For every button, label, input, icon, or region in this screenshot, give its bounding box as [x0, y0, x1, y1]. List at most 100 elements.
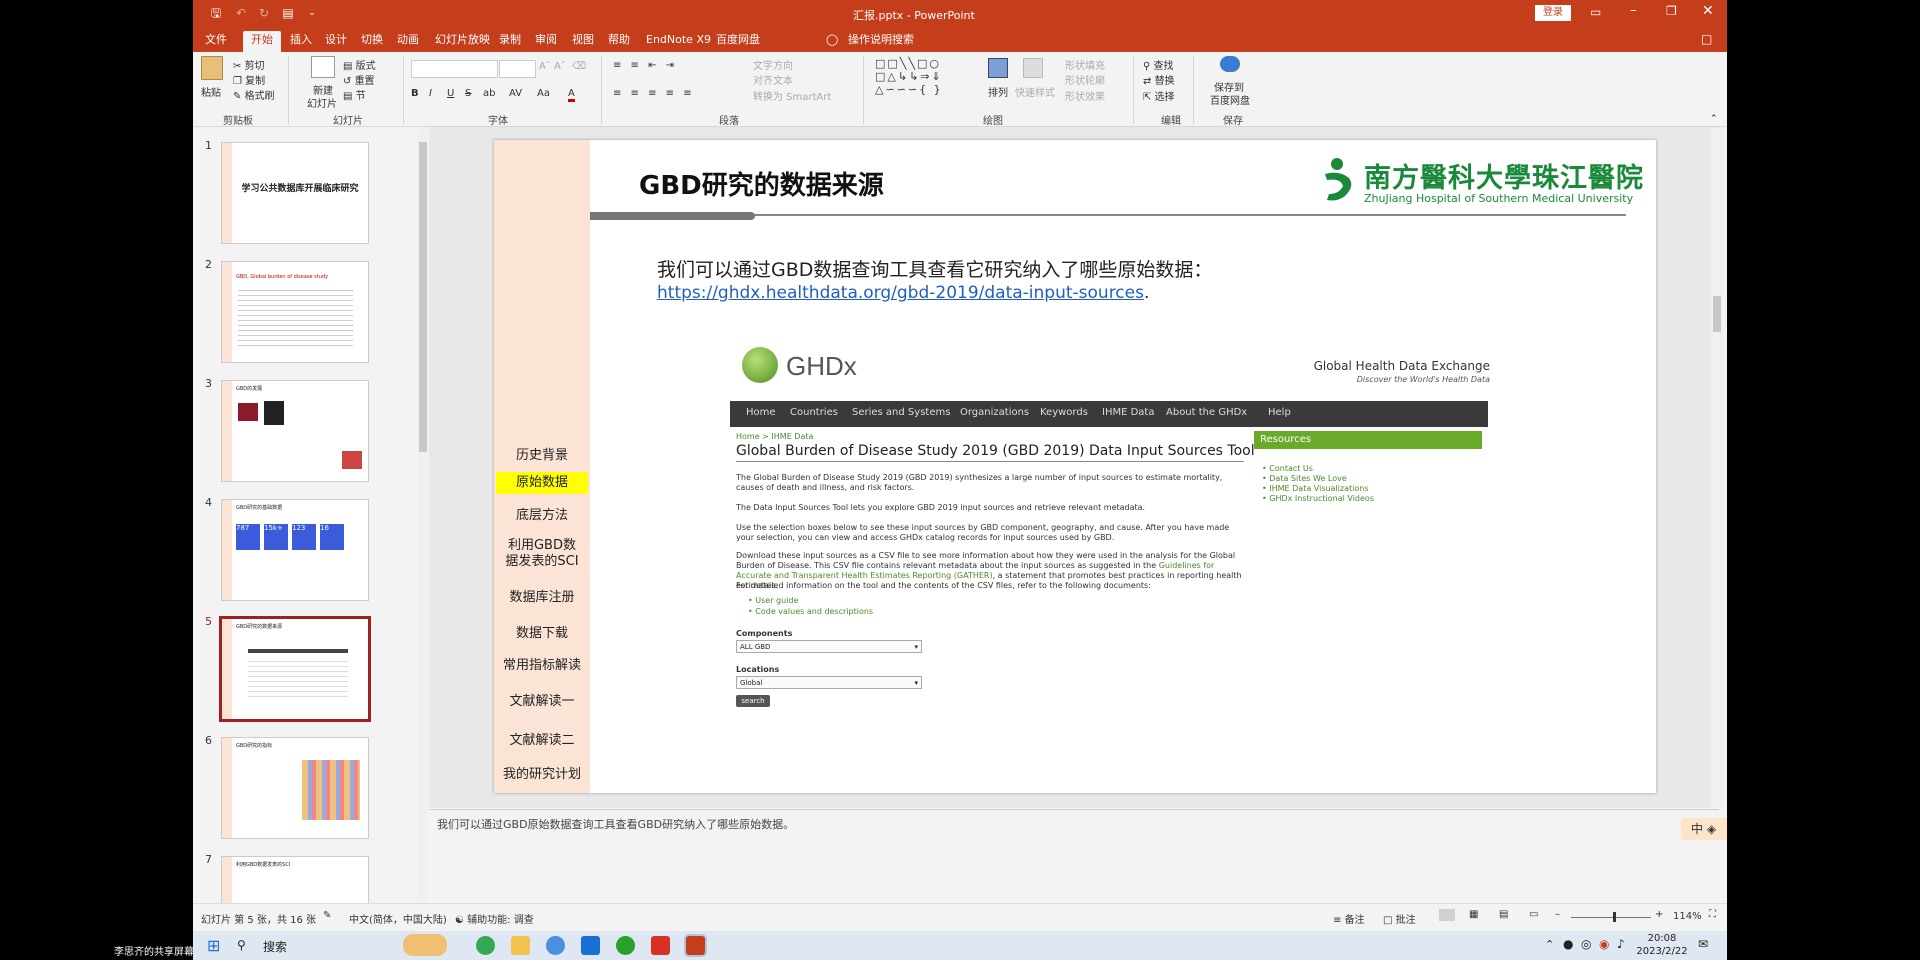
layout-button[interactable]: ▤ 版式 [343, 57, 376, 72]
ghdx-doc-codes[interactable]: • Code values and descriptions [748, 606, 873, 617]
nav-indicators[interactable]: 常用指标解读 [494, 654, 590, 673]
quick-styles-button[interactable]: 快速样式 [1015, 84, 1055, 99]
nav-history[interactable]: 历史背景 [494, 444, 590, 463]
minimize-icon[interactable]: – [1630, 3, 1637, 18]
ribbon-display-icon[interactable]: ▭ [1590, 5, 1601, 19]
tab-endnote[interactable]: EndNote X9 [638, 31, 719, 49]
underline-button[interactable]: U [447, 88, 454, 99]
comments-toggle[interactable]: □ 批注 [1383, 911, 1416, 926]
slideshow-view-icon[interactable]: ▭ [1529, 909, 1538, 920]
edge-icon[interactable] [616, 936, 635, 955]
align-buttons[interactable]: ≡ ≡ ≡ ≡ ≡ [613, 88, 695, 99]
shadow-button[interactable]: ab [483, 88, 495, 99]
shape-fill-button[interactable]: 形状填充 [1065, 57, 1105, 72]
ghdx-menu-ihme[interactable]: IHME Data [1102, 407, 1154, 418]
photos-icon[interactable] [581, 936, 600, 955]
font-color-button[interactable]: A [568, 88, 575, 102]
tab-design[interactable]: 设计 [317, 31, 355, 49]
nav-sci[interactable]: 利用GBD数据发表的SCI [494, 538, 590, 570]
slide-canvas[interactable]: 历史背景 原始数据 底层方法 利用GBD数据发表的SCI 数据库注册 数据下载 … [494, 140, 1656, 793]
arrange-button[interactable]: 排列 [988, 84, 1008, 99]
paste-button[interactable]: 粘贴 [201, 84, 221, 99]
notes-pane[interactable]: 我们可以通过GBD原始数据查询工具查看GBD研究纳入了哪些原始数据。 中 ◈ [429, 809, 1727, 904]
microphone-icon[interactable]: ● [1563, 937, 1573, 951]
ghdx-menu-help[interactable]: Help [1268, 407, 1291, 418]
slide-thumbnail-7[interactable]: 利用GBD数据发表的SCI [221, 856, 369, 905]
zoom-slider-thumb[interactable] [1613, 912, 1616, 922]
font-name-box[interactable] [411, 60, 498, 78]
slide-thumbnail-2[interactable]: GBD, Global burden of disease study [221, 261, 369, 363]
paste-icon[interactable] [201, 56, 223, 80]
new-slide-icon[interactable] [311, 56, 335, 78]
ghdx-search-button[interactable]: search [736, 695, 770, 707]
smartart-button[interactable]: 转换为 SmartArt [753, 88, 831, 103]
nav-download[interactable]: 数据下载 [494, 622, 590, 641]
scroll-thumb[interactable] [419, 142, 427, 452]
reading-view-icon[interactable]: ▤ [1499, 909, 1508, 920]
grow-font-icon[interactable]: Aˆ Aˇ [539, 61, 566, 72]
reset-button[interactable]: ↺ 重置 [343, 72, 375, 87]
ghdx-menu-organizations[interactable]: Organizations [960, 407, 1029, 418]
fit-slide-icon[interactable]: ⛶ [1709, 909, 1716, 920]
chrome-icon[interactable] [476, 936, 495, 955]
find-button[interactable]: ⚲ 查找 [1143, 57, 1174, 72]
tab-baidu[interactable]: 百度网盘 [708, 31, 768, 49]
zoom-level[interactable]: 114% [1673, 911, 1702, 922]
zoom-in-icon[interactable]: + [1655, 909, 1663, 920]
normal-view-icon[interactable] [1439, 909, 1455, 921]
cut-button[interactable]: ✂ 剪切 [233, 57, 265, 72]
network-icon[interactable]: ◎ [1581, 937, 1591, 951]
ghdx-resource-viz[interactable]: • IHME Data Visualizations [1262, 484, 1374, 494]
tab-view[interactable]: 视图 [564, 31, 602, 49]
comments-icon[interactable]: □ [1701, 32, 1712, 46]
slide-thumbnail-6[interactable]: GBD研究的指标 [221, 737, 369, 839]
clear-format-icon[interactable]: ⌫ [572, 61, 586, 72]
taskbar-search[interactable]: 搜索 [263, 938, 287, 955]
list-buttons[interactable]: ≡ ≡ ⇤ ⇥ [613, 60, 677, 71]
nav-paper-2[interactable]: 文献解读二 [494, 729, 590, 748]
ghdx-menu-keywords[interactable]: Keywords [1040, 407, 1088, 418]
volume-icon[interactable]: ♪ [1617, 937, 1625, 951]
undo-icon[interactable]: ↶ [233, 5, 249, 21]
editor-scroll-thumb[interactable] [1713, 296, 1721, 332]
start-icon[interactable]: ⊞ [207, 936, 220, 955]
section-button[interactable]: ▤ 节 [343, 87, 366, 102]
ghdx-menu-about[interactable]: About the GHDx [1166, 407, 1247, 418]
italic-button[interactable]: I [429, 88, 432, 99]
tab-record[interactable]: 录制 [491, 31, 529, 49]
notes-text[interactable]: 我们可以通过GBD原始数据查询工具查看GBD研究纳入了哪些原始数据。 [437, 816, 794, 832]
search-icon[interactable]: ⚲ [237, 938, 246, 952]
arrange-icon[interactable] [988, 58, 1008, 78]
slide-sorter-icon[interactable]: ▦ [1469, 909, 1478, 920]
format-painter-button[interactable]: ✎ 格式刷 [233, 87, 275, 102]
bold-button[interactable]: B [411, 88, 419, 99]
collapse-ribbon-icon[interactable]: ⌃ [1710, 114, 1718, 124]
nav-paper-1[interactable]: 文献解读一 [494, 690, 590, 709]
font-size-box[interactable] [499, 60, 536, 78]
ghdx-resource-sites[interactable]: • Data Sites We Love [1262, 474, 1374, 484]
zoom-out-icon[interactable]: – [1555, 909, 1560, 920]
login-button[interactable]: 登录 [1535, 5, 1571, 21]
tab-file[interactable]: 文件 [197, 31, 235, 49]
tray-app-icon[interactable]: ◉ [1599, 937, 1609, 951]
pdf-icon[interactable] [651, 936, 670, 955]
slide-thumbnail-3[interactable]: GBD的发展 [221, 380, 369, 482]
language-status[interactable]: 中文(简体，中国大陆) [349, 911, 447, 926]
tab-home[interactable]: 开始 [243, 31, 281, 52]
ghdx-doc-user-guide[interactable]: • User guide [748, 595, 873, 606]
ghdx-breadcrumb[interactable]: Home > IHME Data [736, 432, 813, 441]
thumbnails-scrollbar[interactable] [418, 130, 428, 900]
text-direction-button[interactable]: 文字方向 [753, 57, 793, 72]
clock-time[interactable]: 20:08 [1638, 933, 1686, 944]
align-text-button[interactable]: 对齐文本 [753, 72, 793, 87]
redo-icon[interactable]: ↻ [256, 5, 272, 21]
baidu-cloud-icon[interactable] [1220, 56, 1240, 72]
char-spacing-button[interactable]: AV [509, 88, 522, 99]
shapes-gallery[interactable]: □□╲╲□○ □△↳↳⇒⇓ △∽∽∽{ } [875, 57, 943, 96]
slide-thumbnail-5[interactable]: GBD研究的数据来源 [219, 616, 371, 722]
slide-thumbnail-1[interactable]: 学习公共数据库开展临床研究 [221, 142, 369, 244]
tab-help[interactable]: 帮助 [600, 31, 638, 49]
file-explorer-icon[interactable] [511, 936, 530, 955]
powerpoint-icon[interactable] [686, 936, 705, 955]
ghdx-resource-contact[interactable]: • Contact Us [1262, 464, 1374, 474]
